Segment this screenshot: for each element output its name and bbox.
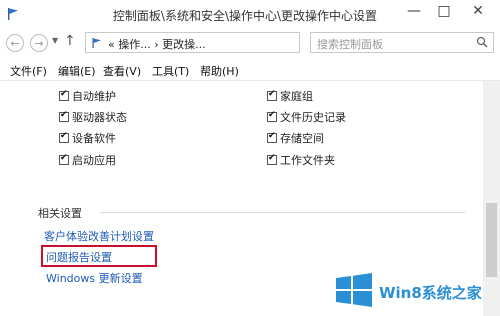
checkbox-label: 设备软件 xyxy=(72,132,116,145)
address-path[interactable]: « 操作... › 更改操... xyxy=(108,36,206,52)
related-settings-heading: 相关设置 xyxy=(38,207,82,220)
checkbox-homegroup[interactable] xyxy=(267,89,277,101)
minimize-button[interactable]: — xyxy=(400,0,428,24)
checkbox-auto-maintenance[interactable] xyxy=(59,89,69,101)
checkbox-label: 文件历史记录 xyxy=(280,111,346,124)
close-button[interactable]: ✕ xyxy=(460,0,496,24)
forward-button[interactable]: → xyxy=(30,34,48,52)
menu-tools[interactable]: 工具(T) xyxy=(152,63,189,79)
watermark-text: Win8系统之家 xyxy=(379,284,482,302)
address-field[interactable]: « 操作... › 更改操... ▼ xyxy=(85,32,330,53)
maximize-button[interactable]: □ xyxy=(430,0,458,24)
search-placeholder: 搜索控制面板 xyxy=(317,38,383,51)
checkbox-label: 启动应用 xyxy=(72,154,116,167)
scrollbar-thumb[interactable] xyxy=(486,203,497,277)
checkbox-drive-status[interactable] xyxy=(59,110,69,122)
menu-view[interactable]: 查看(V) xyxy=(103,63,141,79)
title-bar: 控制面板\系统和安全\操作中心\更改操作中心设置 — □ ✕ xyxy=(0,0,500,30)
windows-update-settings-link[interactable]: Windows 更新设置 xyxy=(46,270,143,286)
checkbox-label: 自动维护 xyxy=(72,90,116,103)
ceip-settings-link[interactable]: 客户体验改善计划设置 xyxy=(44,228,154,244)
checkbox-label: 家庭组 xyxy=(280,90,313,103)
menu-help[interactable]: 帮助(H) xyxy=(200,63,239,79)
menu-edit[interactable]: 编辑(E) xyxy=(58,63,96,79)
search-field[interactable]: 搜索控制面板 xyxy=(310,32,494,53)
up-button[interactable]: ↑ xyxy=(64,33,76,49)
watermark: Win8系统之家 xyxy=(335,270,495,312)
search-icon[interactable] xyxy=(476,36,488,51)
section-divider xyxy=(100,212,465,213)
back-button[interactable]: ← xyxy=(6,34,24,52)
address-flag-icon xyxy=(91,37,103,52)
menu-file[interactable]: 文件(F) xyxy=(10,63,47,79)
menu-bar: 文件(F) 编辑(E) 查看(V) 工具(T) 帮助(H) xyxy=(0,58,500,81)
problem-reporting-settings-link[interactable]: 问题报告设置 xyxy=(46,249,112,265)
checkbox-startup-apps[interactable] xyxy=(59,153,69,165)
checkbox-label: 存储空间 xyxy=(280,132,324,145)
checkbox-label: 工作文件夹 xyxy=(280,154,335,167)
checkbox-work-folders[interactable] xyxy=(267,153,277,165)
checkbox-file-history[interactable] xyxy=(267,110,277,122)
checkbox-device-software[interactable] xyxy=(59,131,69,143)
recent-locations-chevron-down-icon[interactable]: ▼ xyxy=(52,36,58,45)
checkbox-storage-spaces[interactable] xyxy=(267,131,277,143)
checkbox-label: 驱动器状态 xyxy=(72,111,127,124)
windows-logo-icon xyxy=(335,272,373,311)
address-toolbar: ← → ▼ ↑ « 操作... › 更改操... ▼ ↻ 搜索控制面板 xyxy=(0,30,500,79)
